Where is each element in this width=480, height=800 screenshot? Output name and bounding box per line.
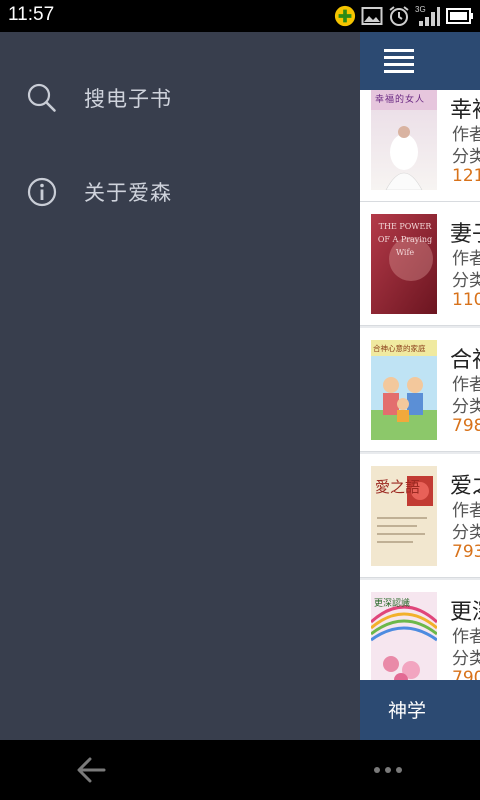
book-cover: 愛之語	[371, 466, 437, 566]
book-category: 分类	[452, 649, 480, 669]
book-category: 分类	[452, 523, 480, 543]
status-bar: 11:57 3G	[0, 0, 480, 32]
drawer-item-label: 搜电子书	[84, 87, 172, 111]
menu-button[interactable]	[384, 49, 414, 75]
status-icons: 3G	[334, 3, 474, 29]
book-count: 121	[452, 166, 480, 186]
image-icon	[361, 5, 383, 27]
drawer-item-search-ebook[interactable]: 搜电子书	[0, 68, 360, 128]
book-list-item[interactable]: THE POWER OF A Praying Wife 妻子 作者 分类 110	[360, 202, 480, 326]
book-category: 分类	[452, 271, 480, 291]
book-list-item[interactable]: 愛之語 爱之 作者 分类 793	[360, 454, 480, 578]
category-tab-bar: 神学	[360, 680, 480, 740]
book-list-item[interactable]: 幸福的女人 幸褔 作者 分类 121	[360, 78, 480, 202]
drawer-item-label: 关于爱森	[84, 181, 172, 205]
book-cover: 幸福的女人	[371, 90, 437, 190]
book-cover: 合神心意的家庭	[371, 340, 437, 440]
hamburger-icon	[384, 63, 414, 66]
book-count: 798	[452, 416, 480, 436]
search-icon	[26, 82, 58, 114]
info-icon	[26, 176, 58, 208]
book-cover-text: 更深認識	[374, 599, 411, 609]
app-bar	[360, 32, 480, 90]
battery-icon	[446, 5, 474, 27]
book-cover: 更深認識	[371, 592, 437, 692]
hamburger-icon	[384, 49, 414, 52]
hamburger-icon	[384, 56, 414, 59]
book-category: 分类	[452, 397, 480, 417]
book-cover-text: 幸福的女人	[375, 95, 426, 105]
book-count: 110	[452, 290, 480, 310]
book-category: 分类	[452, 147, 480, 167]
drawer-item-about[interactable]: 关于爱森	[0, 162, 360, 222]
book-cover-text: THE POWER OF A Praying Wife	[377, 222, 433, 257]
book-count: 793	[452, 542, 480, 562]
system-nav-bar	[0, 740, 480, 800]
more-button[interactable]	[370, 758, 406, 782]
main-content: 幸福的女人 幸褔 作者 分类 121 THE POWER OF A P	[360, 32, 480, 740]
hamburger-icon	[384, 70, 414, 73]
more-dots-icon	[374, 767, 402, 773]
back-button[interactable]	[74, 754, 108, 786]
status-time: 11:57	[8, 4, 55, 25]
book-cover-text: 愛之語	[375, 478, 421, 496]
book-cover: THE POWER OF A Praying Wife	[371, 214, 437, 314]
tab-theology[interactable]: 神学	[388, 696, 426, 723]
app-badge-icon	[334, 5, 356, 27]
network-type-label: 3G	[415, 5, 426, 14]
signal-icon: 3G	[415, 5, 441, 27]
book-cover-text: 合神心意的家庭	[373, 344, 426, 353]
book-list-item[interactable]: 合神心意的家庭 合神 作者 分类 798	[360, 328, 480, 452]
navigation-drawer: 搜电子书 关于爱森	[0, 32, 360, 740]
back-arrow-icon	[77, 757, 106, 783]
alarm-icon	[388, 5, 410, 27]
